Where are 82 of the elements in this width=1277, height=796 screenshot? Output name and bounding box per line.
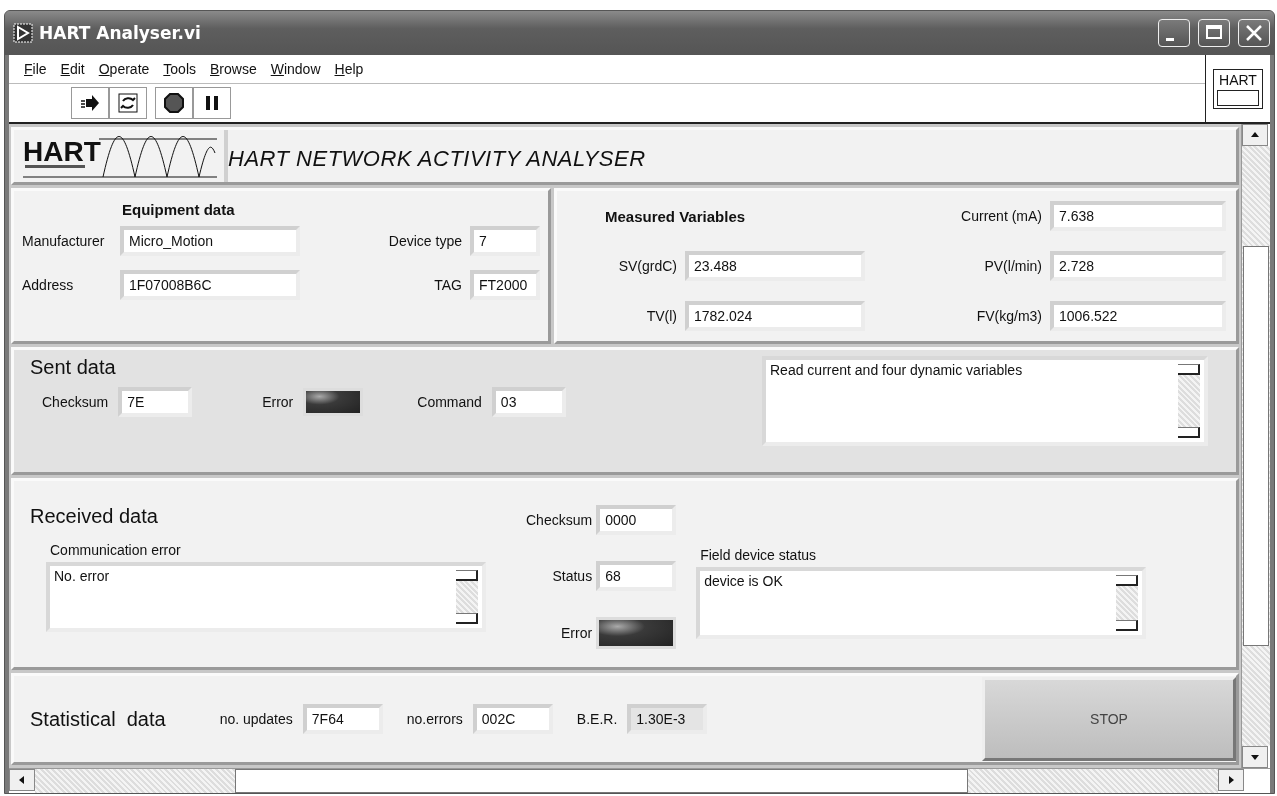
value-field: 0000: [596, 505, 677, 535]
field-label: Status: [552, 568, 593, 584]
panel-title: HART NETWORK ACTIVITY ANALYSER: [228, 146, 646, 172]
abort-button[interactable]: [155, 87, 193, 119]
value-field: 7.638: [1050, 201, 1226, 231]
value-field: 7: [470, 226, 540, 256]
field-label: Error: [262, 394, 294, 410]
scroll-up-button[interactable]: [1242, 124, 1268, 146]
scrollbar-thumb[interactable]: [235, 769, 968, 793]
text-value: device is OK: [703, 572, 784, 591]
field-label: PV(l/min): [983, 258, 1042, 274]
section-title: Measured Variables: [605, 207, 747, 225]
text-value: No. error: [53, 567, 111, 586]
text-value: Read current and four dynamic variables: [769, 361, 1024, 380]
field-label: Checksum: [526, 512, 593, 528]
stop-button[interactable]: STOP: [982, 677, 1236, 761]
triangle-icon: [1250, 130, 1260, 140]
logo-text: HART: [23, 136, 101, 167]
section-title: Equipment data: [122, 201, 236, 218]
scrollbar[interactable]: [456, 570, 478, 624]
minimize-icon: [1166, 37, 1174, 41]
field-label: no.errors: [406, 711, 463, 727]
value-field: 7E: [118, 387, 193, 417]
field-label: TV(l): [645, 308, 677, 324]
maximize-icon: [1205, 24, 1223, 42]
octagon-icon: [163, 92, 185, 114]
window-title: HART Analyser.vi: [39, 23, 202, 43]
value-field: 2.728: [1050, 251, 1226, 281]
menu-item[interactable]: Operate: [91, 61, 157, 77]
triangle-icon: [1250, 752, 1260, 762]
circular-arrows-icon: [117, 92, 139, 114]
run-continuously-button[interactable]: [109, 87, 147, 119]
scrollbar[interactable]: [1178, 364, 1200, 438]
value-field: 03: [491, 387, 566, 417]
icon-label: HART: [1219, 71, 1257, 88]
run-button[interactable]: [71, 87, 109, 119]
value-field: 1006.522: [1050, 301, 1226, 331]
field-label: TAG: [433, 277, 462, 293]
value-field: FT2000: [470, 270, 540, 300]
value-field: Micro_Motion: [120, 226, 300, 256]
scrollbar-thumb[interactable]: [1243, 246, 1269, 646]
close-button[interactable]: [1238, 19, 1270, 47]
field-label: Checksum: [42, 394, 109, 410]
scroll-down-button[interactable]: [1242, 746, 1268, 768]
menu-item[interactable]: Tools: [156, 61, 203, 77]
pause-button[interactable]: [193, 87, 231, 119]
section-title: Sent data: [30, 356, 117, 379]
field-label: Communication error: [50, 542, 182, 558]
menu-item[interactable]: Help: [327, 61, 371, 77]
scroll-right-button[interactable]: [1218, 769, 1244, 791]
app-icon: [13, 23, 33, 43]
field-label: Current (mA): [960, 208, 1042, 224]
field-label: Manufacturer: [22, 233, 106, 249]
field-label: Error: [561, 625, 593, 641]
field-label: FV(kg/m3): [975, 308, 1042, 324]
close-icon: [1245, 24, 1263, 42]
field-label: Command: [417, 394, 482, 410]
menu-item[interactable]: Window: [263, 61, 328, 77]
field-label: Device type: [387, 233, 462, 249]
section-title: Statistical data: [30, 707, 166, 731]
field-label: B.E.R.: [576, 711, 618, 727]
value-field: 68: [596, 561, 677, 591]
field-label: SV(grdC): [617, 258, 677, 274]
triangle-icon: [1226, 775, 1236, 785]
value-field: 7F64: [302, 704, 383, 734]
value-field: 23.488: [685, 251, 865, 281]
maximize-button[interactable]: [1198, 19, 1230, 47]
scrollbar[interactable]: [1116, 575, 1139, 631]
value-field: 002C: [472, 704, 553, 734]
menu-item[interactable]: Browse: [203, 61, 264, 77]
minimize-button[interactable]: [1158, 19, 1190, 47]
scroll-left-button[interactable]: [9, 769, 35, 791]
menu-item[interactable]: Edit: [53, 61, 92, 77]
value-field: 1.30E-3: [627, 704, 708, 734]
field-label: Field device status: [700, 547, 818, 563]
triangle-icon: [17, 775, 27, 785]
field-label: no. updates: [219, 711, 293, 727]
field-label: Address: [22, 277, 75, 293]
section-title: Received data: [30, 505, 159, 528]
value-field: 1F07008B6C: [120, 270, 300, 300]
menu-item[interactable]: File: [17, 61, 54, 77]
value-field: 1782.024: [685, 301, 865, 331]
